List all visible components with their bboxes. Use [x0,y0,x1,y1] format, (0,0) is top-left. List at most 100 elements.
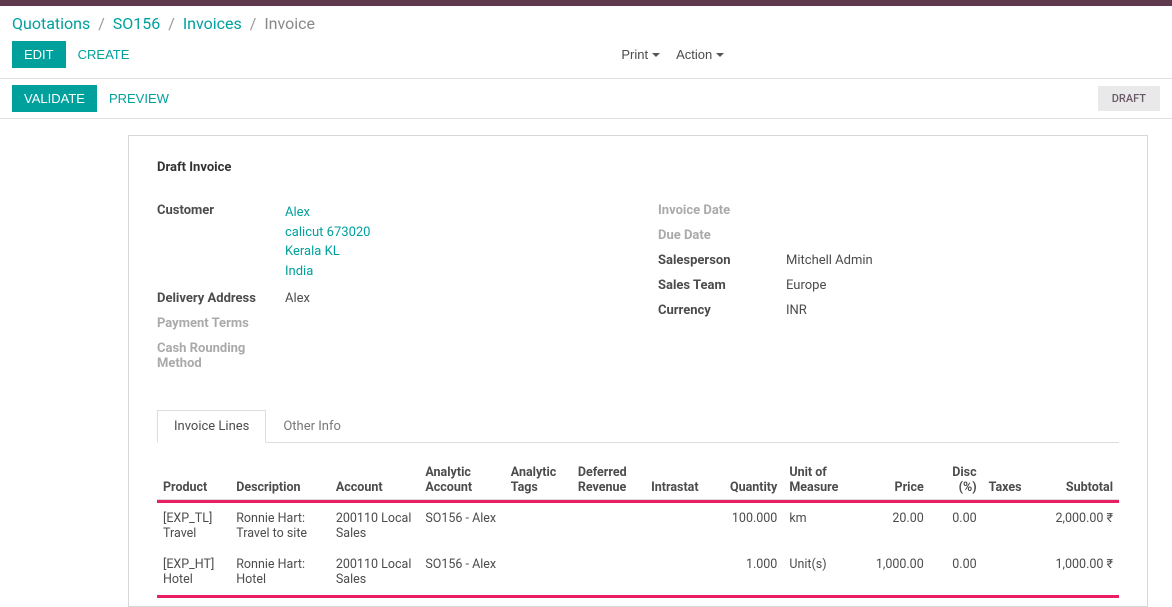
customer-addr3: India [285,262,618,282]
status-draft-badge[interactable]: DRAFT [1098,86,1160,111]
cell-price[interactable]: 1,000.00 [857,549,930,595]
status-right: DRAFT [1098,91,1160,106]
page-title: Draft Invoice [157,160,1119,175]
print-label: Print [621,47,648,62]
invoice-date-label: Invoice Date [658,203,786,218]
cell-uom[interactable]: Unit(s) [783,549,856,595]
form-columns: Customer Alex calicut 673020 Kerala KL I… [157,203,1119,381]
cell-taxes[interactable] [983,503,1034,549]
field-sales-team: Sales Team Europe [658,278,1119,293]
cell-disc[interactable]: 0.00 [930,549,983,595]
tabs: Invoice Lines Other Info [157,409,1119,443]
cell-product[interactable]: [EXP_TL] Travel [157,503,230,549]
cell-product[interactable]: [EXP_HT] Hotel [157,549,230,595]
currency-value[interactable]: INR [786,303,1119,318]
breadcrumb-separator: / [250,14,257,33]
customer-name-link[interactable]: Alex [285,203,618,223]
field-salesperson: Salesperson Mitchell Admin [658,253,1119,268]
col-subtotal[interactable]: Subtotal [1033,447,1119,500]
cell-disc[interactable]: 0.00 [930,503,983,549]
delivery-value[interactable]: Alex [285,291,618,306]
field-payment-terms: Payment Terms [157,316,618,331]
customer-label: Customer [157,203,285,218]
table-row[interactable]: [EXP_TL] TravelRonnie Hart: Travel to si… [157,503,1119,549]
customer-addr2: Kerala KL [285,242,618,262]
col-deferred-revenue[interactable]: Deferred Revenue [572,447,645,500]
salesperson-label: Salesperson [658,253,786,268]
field-currency: Currency INR [658,303,1119,318]
col-product[interactable]: Product [157,447,230,500]
salesperson-value[interactable]: Mitchell Admin [786,253,1119,268]
chevron-down-icon [716,53,724,57]
create-button[interactable]: CREATE [66,41,142,68]
field-delivery: Delivery Address Alex [157,291,618,306]
col-description[interactable]: Description [230,447,330,500]
chevron-down-icon [652,53,660,57]
table-row[interactable]: [EXP_HT] HotelRonnie Hart: Hotel200110 L… [157,549,1119,595]
col-quantity[interactable]: Quantity [710,447,783,500]
print-dropdown[interactable]: Print [621,47,660,62]
col-taxes[interactable]: Taxes [983,447,1034,500]
cell-analytic_account[interactable]: SO156 - Alex [419,549,504,595]
field-invoice-date: Invoice Date [658,203,1119,218]
edit-button[interactable]: EDIT [12,41,66,68]
cell-quantity[interactable]: 100.000 [710,503,783,549]
highlight-annotation: [EXP_TL] TravelRonnie Hart: Travel to si… [157,500,1119,598]
table-header-row: Product Description Account Analytic Acc… [157,447,1119,500]
sheet-wrap: Draft Invoice Customer Alex calicut 6730… [0,119,1172,607]
due-date-label: Due Date [658,228,786,243]
cell-intrastat[interactable] [645,549,710,595]
tab-invoice-lines[interactable]: Invoice Lines [157,410,266,443]
col-analytic-tags[interactable]: Analytic Tags [505,447,572,500]
breadcrumb-invoices[interactable]: Invoices [183,14,242,33]
cell-deferred_revenue[interactable] [572,503,645,549]
breadcrumb-current: Invoice [264,14,315,33]
cell-taxes[interactable] [983,549,1034,595]
breadcrumb-separator: / [168,14,175,33]
customer-value[interactable]: Alex calicut 673020 Kerala KL India [285,203,618,281]
cash-rounding-label: Cash Rounding Method [157,341,285,371]
col-uom[interactable]: Unit of Measure [783,447,856,500]
col-analytic-account[interactable]: Analytic Account [419,447,504,500]
breadcrumb-so156[interactable]: SO156 [113,14,160,33]
cell-uom[interactable]: km [783,503,856,549]
col-disc[interactable]: Disc (%) [930,447,983,500]
controls-row: EDIT CREATE Print Action [0,37,1172,78]
col-account[interactable]: Account [330,447,419,500]
sales-team-label: Sales Team [658,278,786,293]
cell-subtotal[interactable]: 1,000.00 ₹ [1033,549,1119,595]
cell-analytic_account[interactable]: SO156 - Alex [419,503,504,549]
status-bar: VALIDATE PREVIEW DRAFT [0,78,1172,119]
tab-other-info[interactable]: Other Info [266,410,358,443]
cell-account[interactable]: 200110 Local Sales [330,503,419,549]
field-customer: Customer Alex calicut 673020 Kerala KL I… [157,203,618,281]
sales-team-value[interactable]: Europe [786,278,1119,293]
left-column: Customer Alex calicut 673020 Kerala KL I… [157,203,618,381]
currency-label: Currency [658,303,786,318]
breadcrumb: Quotations / SO156 / Invoices / Invoice [0,6,1172,37]
cell-description[interactable]: Ronnie Hart: Travel to site [230,503,330,549]
validate-button[interactable]: VALIDATE [12,85,97,112]
cell-intrastat[interactable] [645,503,710,549]
invoice-lines-table: Product Description Account Analytic Acc… [157,447,1119,598]
cell-analytic_tags[interactable] [505,549,572,595]
cell-deferred_revenue[interactable] [572,549,645,595]
col-intrastat[interactable]: Intrastat [645,447,710,500]
action-label: Action [676,47,712,62]
col-price[interactable]: Price [857,447,930,500]
cell-quantity[interactable]: 1.000 [710,549,783,595]
action-dropdown[interactable]: Action [676,47,724,62]
payment-terms-label: Payment Terms [157,316,285,331]
cell-analytic_tags[interactable] [505,503,572,549]
right-column: Invoice Date Due Date Salesperson Mitche… [658,203,1119,381]
print-action-group: Print Action [621,47,724,62]
preview-button[interactable]: PREVIEW [97,85,181,112]
customer-addr1: calicut 673020 [285,223,618,243]
cell-price[interactable]: 20.00 [857,503,930,549]
cell-subtotal[interactable]: 2,000.00 ₹ [1033,503,1119,549]
breadcrumb-quotations[interactable]: Quotations [12,14,90,33]
breadcrumb-separator: / [98,14,105,33]
field-due-date: Due Date [658,228,1119,243]
cell-description[interactable]: Ronnie Hart: Hotel [230,549,330,595]
cell-account[interactable]: 200110 Local Sales [330,549,419,595]
